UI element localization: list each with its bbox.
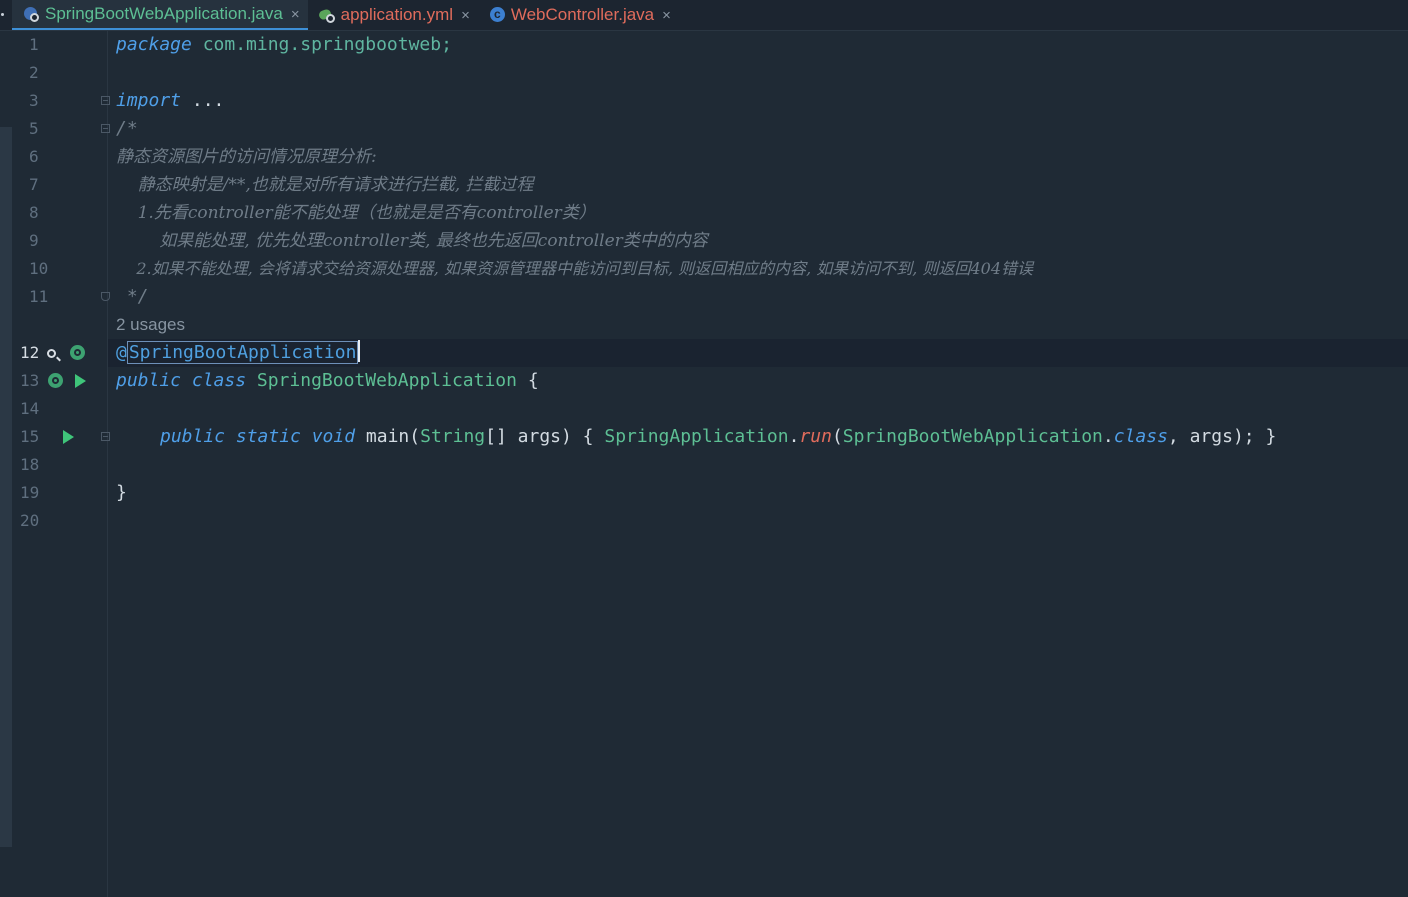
static-method: run (799, 426, 832, 447)
punctuation: } (116, 482, 127, 503)
tab-application-yml[interactable]: application.yml × (308, 0, 478, 30)
line-number: 11 (29, 287, 49, 306)
line-number: 10 (29, 259, 49, 278)
line-number: 8 (29, 203, 39, 222)
line-number: 19 (20, 483, 40, 502)
line-number-gutter[interactable]: 1 2 3 5 6 7 8 9 10 11 12 13 14 15 18 19 … (13, 31, 110, 897)
comment: 静态资源图片的访问情况原理分析: (116, 147, 377, 167)
comment: 如果能处理, 优先处理controller类, 最终也先返回controller… (116, 231, 708, 251)
spring-boot-icon (22, 5, 40, 23)
tab-label: SpringBootWebApplication.java (45, 4, 283, 23)
spring-bean-icon[interactable] (48, 373, 63, 388)
line-number: 3 (29, 91, 39, 110)
line-number: 5 (29, 119, 39, 138)
tab-webcontroller[interactable]: WebController.java × (478, 0, 679, 30)
keyword: import (116, 90, 182, 111)
class-name: SpringBootWebApplication (246, 370, 517, 391)
keyword: class (1113, 426, 1168, 447)
close-icon[interactable]: × (662, 7, 671, 24)
line-number: 12 (20, 343, 40, 362)
annotation-name[interactable]: SpringBootApplication (126, 341, 359, 364)
left-scrollbar[interactable] (0, 127, 12, 847)
java-class-icon (488, 6, 506, 24)
comment: 静态映射是/**,也就是对所有请求进行拦截, 拦截过程 (116, 175, 534, 195)
line-number: 7 (29, 175, 39, 194)
tab-overflow-indicator[interactable] (0, 0, 12, 30)
code-editor[interactable]: package com.ming.springbootweb; import .… (107, 31, 1408, 897)
annotation-at: @ (116, 342, 127, 363)
line-number: 20 (20, 511, 40, 530)
keyword: public class (116, 370, 247, 391)
class-name: SpringBootWebApplication (842, 426, 1103, 447)
keyword: public static void (160, 426, 356, 447)
keyword: package (116, 34, 192, 55)
type-name: String (420, 426, 486, 447)
folded-imports[interactable]: ... (181, 90, 225, 111)
line-number: 1 (29, 35, 39, 54)
punctuation: { (516, 370, 539, 391)
text-caret (358, 340, 361, 362)
tab-springbootwebapplication[interactable]: SpringBootWebApplication.java × (12, 0, 308, 30)
tab-label: application.yml (340, 5, 454, 24)
method-name: main (355, 426, 410, 447)
line-number: 9 (29, 231, 39, 250)
comment: 1.先看controller能不能处理（也就是是否有controller类） (116, 203, 596, 223)
comment: 2.如果不能处理, 会将请求交给资源处理器, 如果资源管理器中能访问到目标, 则… (116, 259, 1034, 278)
yml-icon (318, 6, 336, 24)
package-name: com.ming.springbootweb; (191, 34, 452, 55)
close-icon[interactable]: × (291, 6, 300, 23)
editor-tab-bar: SpringBootWebApplication.java × applicat… (0, 0, 1408, 31)
tab-label: WebController.java (510, 5, 655, 24)
line-number: 2 (29, 63, 39, 82)
line-number: 14 (20, 399, 40, 418)
find-usages-icon[interactable] (47, 349, 56, 358)
usages-hint[interactable]: 2 usages (116, 311, 185, 339)
line-number: 18 (20, 455, 40, 474)
close-icon[interactable]: × (461, 7, 470, 24)
run-icon[interactable] (75, 374, 86, 388)
line-number: 13 (20, 371, 40, 390)
comment: */ (116, 286, 149, 307)
line-number: 6 (29, 147, 39, 166)
spring-bean-icon[interactable] (70, 345, 85, 360)
line-number: 15 (20, 427, 40, 446)
class-name: SpringApplication (604, 426, 789, 447)
run-icon[interactable] (63, 430, 74, 444)
comment: /* (116, 118, 138, 139)
